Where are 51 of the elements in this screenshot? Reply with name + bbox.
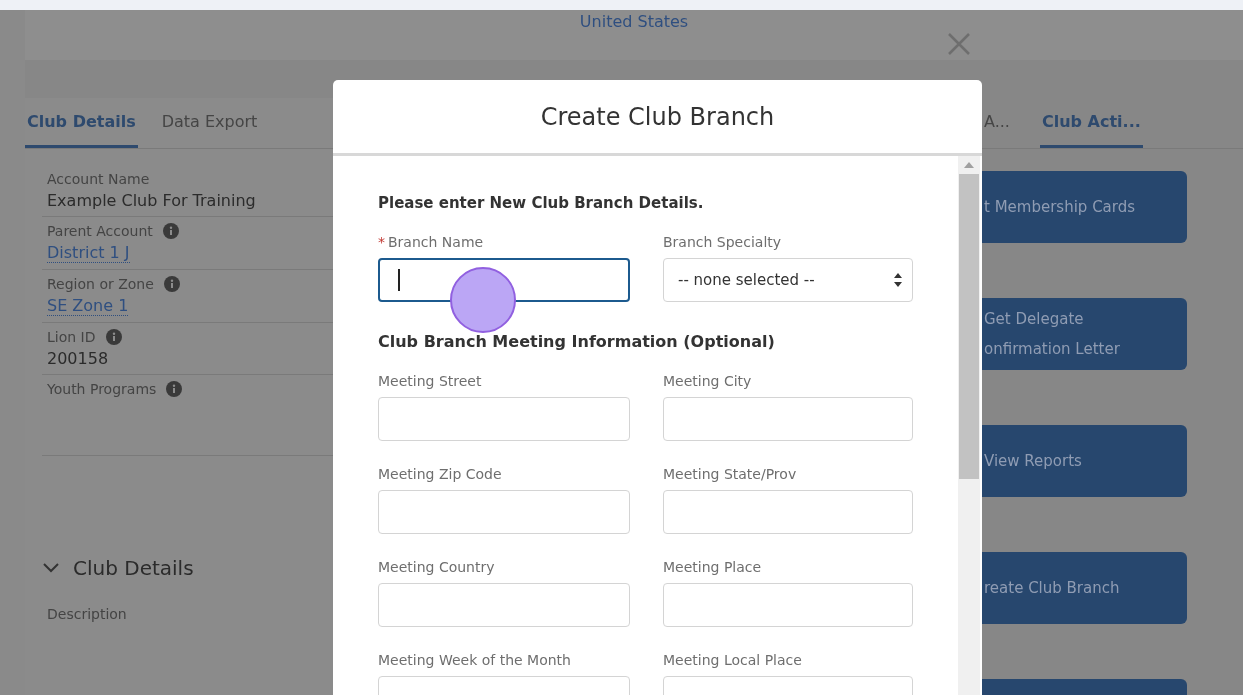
action-button[interactable]: reate Club Branch xyxy=(982,552,1187,624)
scrollbar[interactable] xyxy=(958,156,980,695)
field-label: Region or Zone xyxy=(47,276,154,292)
input-field[interactable] xyxy=(663,397,913,441)
specialty-select[interactable]: -- none selected -- xyxy=(663,258,913,302)
chevron-icon xyxy=(43,563,59,573)
input-field[interactable] xyxy=(663,583,913,627)
field-label: Meeting Street xyxy=(378,373,482,389)
input-field[interactable] xyxy=(663,490,913,534)
field-label: Branch Name xyxy=(388,234,484,250)
country-text: United States xyxy=(579,11,689,33)
field-label: Meeting Local Place xyxy=(663,652,802,668)
scrollbar-thumb[interactable] xyxy=(959,174,979,479)
field-label: Meeting City xyxy=(663,373,752,389)
info-icon[interactable] xyxy=(166,381,183,397)
input-field[interactable] xyxy=(378,397,630,441)
form-heading: Club Branch Meeting Information (Optional) xyxy=(378,332,775,351)
input-field[interactable] xyxy=(378,490,630,534)
field-label: Meeting Zip Code xyxy=(378,466,502,482)
field-label: Meeting Place xyxy=(663,559,762,575)
form-heading: Please enter New Club Branch Details. xyxy=(378,194,704,212)
field-label: Parent Account xyxy=(47,223,153,239)
info-icon[interactable] xyxy=(105,329,122,345)
field-link[interactable]: District 1 J xyxy=(47,243,130,263)
sort-arrows-icon xyxy=(894,273,902,287)
field-label: Description xyxy=(47,606,128,622)
input-field[interactable] xyxy=(378,583,630,627)
action-button[interactable]: View Reports xyxy=(982,425,1187,497)
section-toggle[interactable]: Club Details xyxy=(43,556,194,580)
scroll-up-icon[interactable] xyxy=(964,162,974,168)
field-label: Youth Programs xyxy=(47,381,157,397)
modal-title: Create Club Branch xyxy=(540,102,775,131)
info-icon[interactable] xyxy=(163,276,180,292)
field-label: Lion ID xyxy=(47,329,96,345)
tab[interactable]: Club Details xyxy=(25,98,138,148)
field-label: Meeting Country xyxy=(378,559,495,575)
tab[interactable]: A... xyxy=(982,98,1012,148)
action-button[interactable]: t Membership Cards xyxy=(982,171,1187,243)
close-icon[interactable] xyxy=(947,32,971,56)
action-button[interactable]: Get Delegate onfirmation Letter xyxy=(982,298,1187,370)
tab[interactable]: Club Acti... xyxy=(1039,98,1143,148)
field-label: Branch Specialty xyxy=(663,234,782,250)
info-icon[interactable] xyxy=(162,223,179,239)
field-label: Meeting Week of the Month xyxy=(378,652,571,668)
tab[interactable]: Data Export xyxy=(159,98,260,148)
field-link[interactable]: SE Zone 1 xyxy=(47,296,129,316)
field-label: Meeting State/Prov xyxy=(663,466,797,482)
field-label: Account Name xyxy=(47,171,150,187)
field-value: Example Club For Training xyxy=(47,191,256,210)
required-mark: * xyxy=(378,234,385,250)
field-value: 200158 xyxy=(47,349,109,368)
